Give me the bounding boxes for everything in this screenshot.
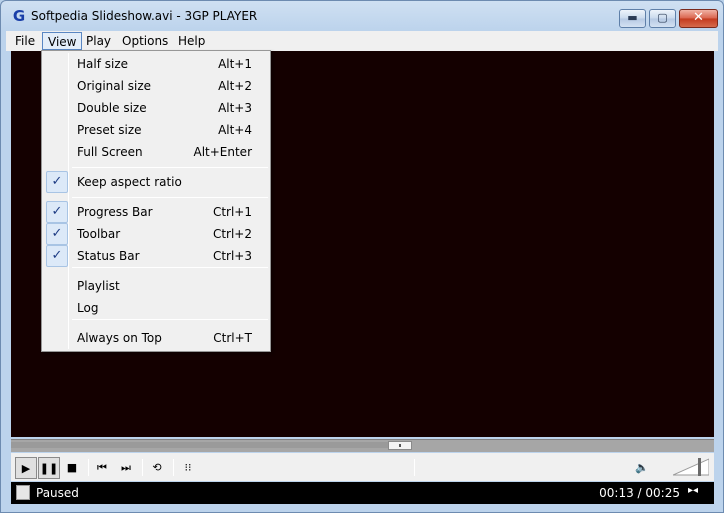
menu-item-label: Original size xyxy=(77,79,152,93)
menu-item-label: Progress Bar xyxy=(77,205,153,219)
close-button[interactable]: ✕ xyxy=(679,9,718,28)
progress-thumb[interactable] xyxy=(388,441,412,450)
playlist-button[interactable]: ⁝⁝ xyxy=(177,457,199,479)
next-button[interactable]: ⏭ xyxy=(115,457,137,479)
maximize-icon: ▢ xyxy=(657,11,668,24)
menu-item-progress-bar[interactable]: ✓ Progress Bar Ctrl+1 xyxy=(44,201,270,223)
previous-icon: ⏮ xyxy=(97,461,107,474)
menu-item-label: Keep aspect ratio xyxy=(77,175,182,189)
menu-item-toolbar[interactable]: ✓ Toolbar Ctrl+2 xyxy=(44,223,270,245)
volume-slider[interactable] xyxy=(673,458,709,476)
menu-bar: File View Play Options Help xyxy=(6,31,718,51)
play-icon: ▶ xyxy=(21,462,31,475)
menu-item-preset-size[interactable]: Preset size Alt+4 xyxy=(44,119,270,141)
menu-item-label: Half size xyxy=(77,57,129,71)
menu-item-label: Status Bar xyxy=(77,249,140,263)
menu-options[interactable]: Options xyxy=(117,32,173,50)
menu-item-shortcut: Alt+4 xyxy=(218,123,252,137)
volume-track-shape xyxy=(673,458,709,476)
menu-item-label: Double size xyxy=(77,101,147,115)
mini-mode-icon[interactable]: ▸◂ xyxy=(688,485,708,500)
menu-separator xyxy=(72,319,268,320)
menu-separator xyxy=(72,167,268,168)
menu-item-label: Toolbar xyxy=(77,227,121,241)
menu-view[interactable]: View xyxy=(42,32,83,50)
menu-item-half-size[interactable]: Half size Alt+1 xyxy=(44,53,270,75)
menu-help[interactable]: Help xyxy=(173,32,210,50)
status-file-icon xyxy=(16,485,30,500)
menu-item-shortcut: Alt+2 xyxy=(218,79,252,93)
title-bar[interactable]: G Softpedia Slideshow.avi - 3GP PLAYER ▬… xyxy=(1,1,723,31)
toolbar-separator xyxy=(414,459,415,476)
minimize-button[interactable]: ▬ xyxy=(619,9,646,28)
toolbar-separator xyxy=(142,459,143,476)
maximize-button[interactable]: ▢ xyxy=(649,9,676,28)
menu-item-shortcut: Alt+Enter xyxy=(193,145,252,159)
next-icon: ⏭ xyxy=(121,461,131,474)
menu-item-double-size[interactable]: Double size Alt+3 xyxy=(44,97,270,119)
time-readout: 00:13 / 00:25 xyxy=(599,486,680,500)
app-logo-icon: G xyxy=(12,7,26,25)
checkmark-icon: ✓ xyxy=(46,201,68,223)
status-bar: Paused 00:13 / 00:25 ▸◂ xyxy=(11,482,714,504)
checkmark-icon: ✓ xyxy=(46,171,68,193)
menu-file[interactable]: File xyxy=(10,32,40,50)
menu-item-label: Preset size xyxy=(77,123,142,137)
stop-button[interactable]: ■ xyxy=(61,457,83,479)
menu-item-shortcut: Ctrl+1 xyxy=(212,205,252,219)
speaker-icon: 🔈 xyxy=(635,461,649,474)
repeat-icon: ⟲ xyxy=(152,461,162,474)
menu-separator xyxy=(72,267,268,268)
playback-status: Paused xyxy=(36,486,79,500)
playlist-icon: ⁝⁝ xyxy=(184,461,192,474)
previous-button[interactable]: ⏮ xyxy=(91,457,113,479)
pause-button[interactable]: ❚❚ xyxy=(38,457,60,479)
stop-icon: ■ xyxy=(66,461,78,474)
menu-item-full-screen[interactable]: Full Screen Alt+Enter xyxy=(44,141,270,163)
menu-item-shortcut: Ctrl+T xyxy=(213,331,252,345)
progress-fill xyxy=(11,442,388,448)
menu-item-status-bar[interactable]: ✓ Status Bar Ctrl+3 xyxy=(44,245,270,267)
checkmark-icon: ✓ xyxy=(46,223,68,245)
volume-button[interactable]: 🔈 xyxy=(631,457,653,479)
toolbar: ▶ ❚❚ ■ ⏮ ⏭ ⟲ ⁝⁝ 🔈 xyxy=(11,453,714,481)
toolbar-separator xyxy=(173,459,174,476)
minimize-icon: ▬ xyxy=(627,11,638,24)
menu-item-shortcut: Alt+1 xyxy=(218,57,252,71)
progress-bar[interactable] xyxy=(11,439,714,452)
menu-item-label: Always on Top xyxy=(77,331,162,345)
menu-item-log[interactable]: Log xyxy=(44,297,270,319)
checkmark-icon: ✓ xyxy=(46,245,68,267)
pause-icon: ❚❚ xyxy=(39,462,59,475)
view-menu-dropdown: Half size Alt+1 Original size Alt+2 Double s… xyxy=(41,50,271,352)
app-window: G Softpedia Slideshow.avi - 3GP PLAYER ▬… xyxy=(0,0,724,513)
menu-item-label: Full Screen xyxy=(77,145,143,159)
menu-item-label: Playlist xyxy=(77,279,120,293)
menu-item-playlist[interactable]: Playlist xyxy=(44,275,270,297)
play-button[interactable]: ▶ xyxy=(15,457,37,479)
menu-item-shortcut: Ctrl+2 xyxy=(212,227,252,241)
volume-thumb xyxy=(698,458,701,476)
menu-item-original-size[interactable]: Original size Alt+2 xyxy=(44,75,270,97)
repeat-button[interactable]: ⟲ xyxy=(146,457,168,479)
menu-item-always-on-top[interactable]: Always on Top Ctrl+T xyxy=(44,327,270,349)
menu-item-label: Log xyxy=(77,301,99,315)
window-title: Softpedia Slideshow.avi - 3GP PLAYER xyxy=(31,9,258,23)
menu-item-shortcut: Alt+3 xyxy=(218,101,252,115)
menu-item-keep-aspect-ratio[interactable]: ✓ Keep aspect ratio xyxy=(44,171,270,193)
close-icon: ✕ xyxy=(693,10,704,25)
toolbar-separator xyxy=(88,459,89,476)
menu-separator xyxy=(72,197,268,198)
menu-item-shortcut: Ctrl+3 xyxy=(212,249,252,263)
menu-play[interactable]: Play xyxy=(81,32,116,50)
